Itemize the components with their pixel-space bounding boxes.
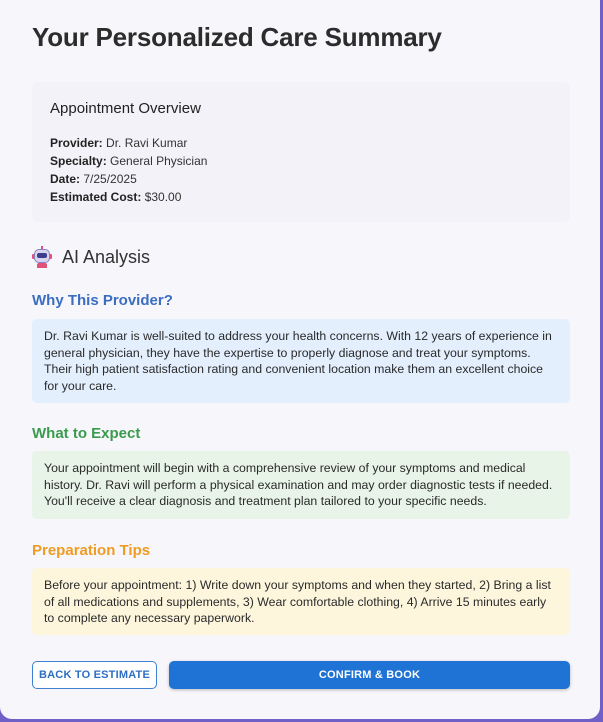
why-provider-text: Dr. Ravi Kumar is well-suited to address… [32,319,570,403]
confirm-and-book-button[interactable]: CONFIRM & BOOK [169,661,570,689]
cost-value: $30.00 [144,190,182,204]
robot-icon [32,246,52,268]
ai-analysis-title: AI Analysis [62,246,151,267]
specialty-row: Specialty: General Physician [50,152,207,170]
ai-analysis-header: AI Analysis [32,246,150,268]
back-to-estimate-button[interactable]: BACK TO ESTIMATE [32,661,157,689]
cost-row: Estimated Cost: $30.00 [50,188,207,206]
what-to-expect-heading: What to Expect [32,425,141,442]
appointment-overview-panel: Appointment Overview Provider: Dr. Ravi … [32,82,570,222]
date-label: Date: [50,172,81,186]
date-value: 7/25/2025 [83,172,137,186]
appointment-details: Provider: Dr. Ravi Kumar Specialty: Gene… [50,134,207,206]
appointment-overview-title: Appointment Overview [50,100,201,117]
care-summary-card: Your Personalized Care Summary Appointme… [0,0,600,719]
cost-label: Estimated Cost: [50,190,142,204]
why-provider-heading: Why This Provider? [32,292,173,309]
page-title: Your Personalized Care Summary [32,22,442,52]
preparation-tips-text: Before your appointment: 1) Write down y… [32,568,570,635]
date-row: Date: 7/25/2025 [50,170,207,188]
provider-row: Provider: Dr. Ravi Kumar [50,134,207,152]
specialty-label: Specialty: [50,154,107,168]
preparation-tips-heading: Preparation Tips [32,542,151,559]
specialty-value: General Physician [110,154,208,168]
what-to-expect-text: Your appointment will begin with a compr… [32,451,570,519]
provider-label: Provider: [50,136,103,150]
provider-value: Dr. Ravi Kumar [106,136,188,150]
